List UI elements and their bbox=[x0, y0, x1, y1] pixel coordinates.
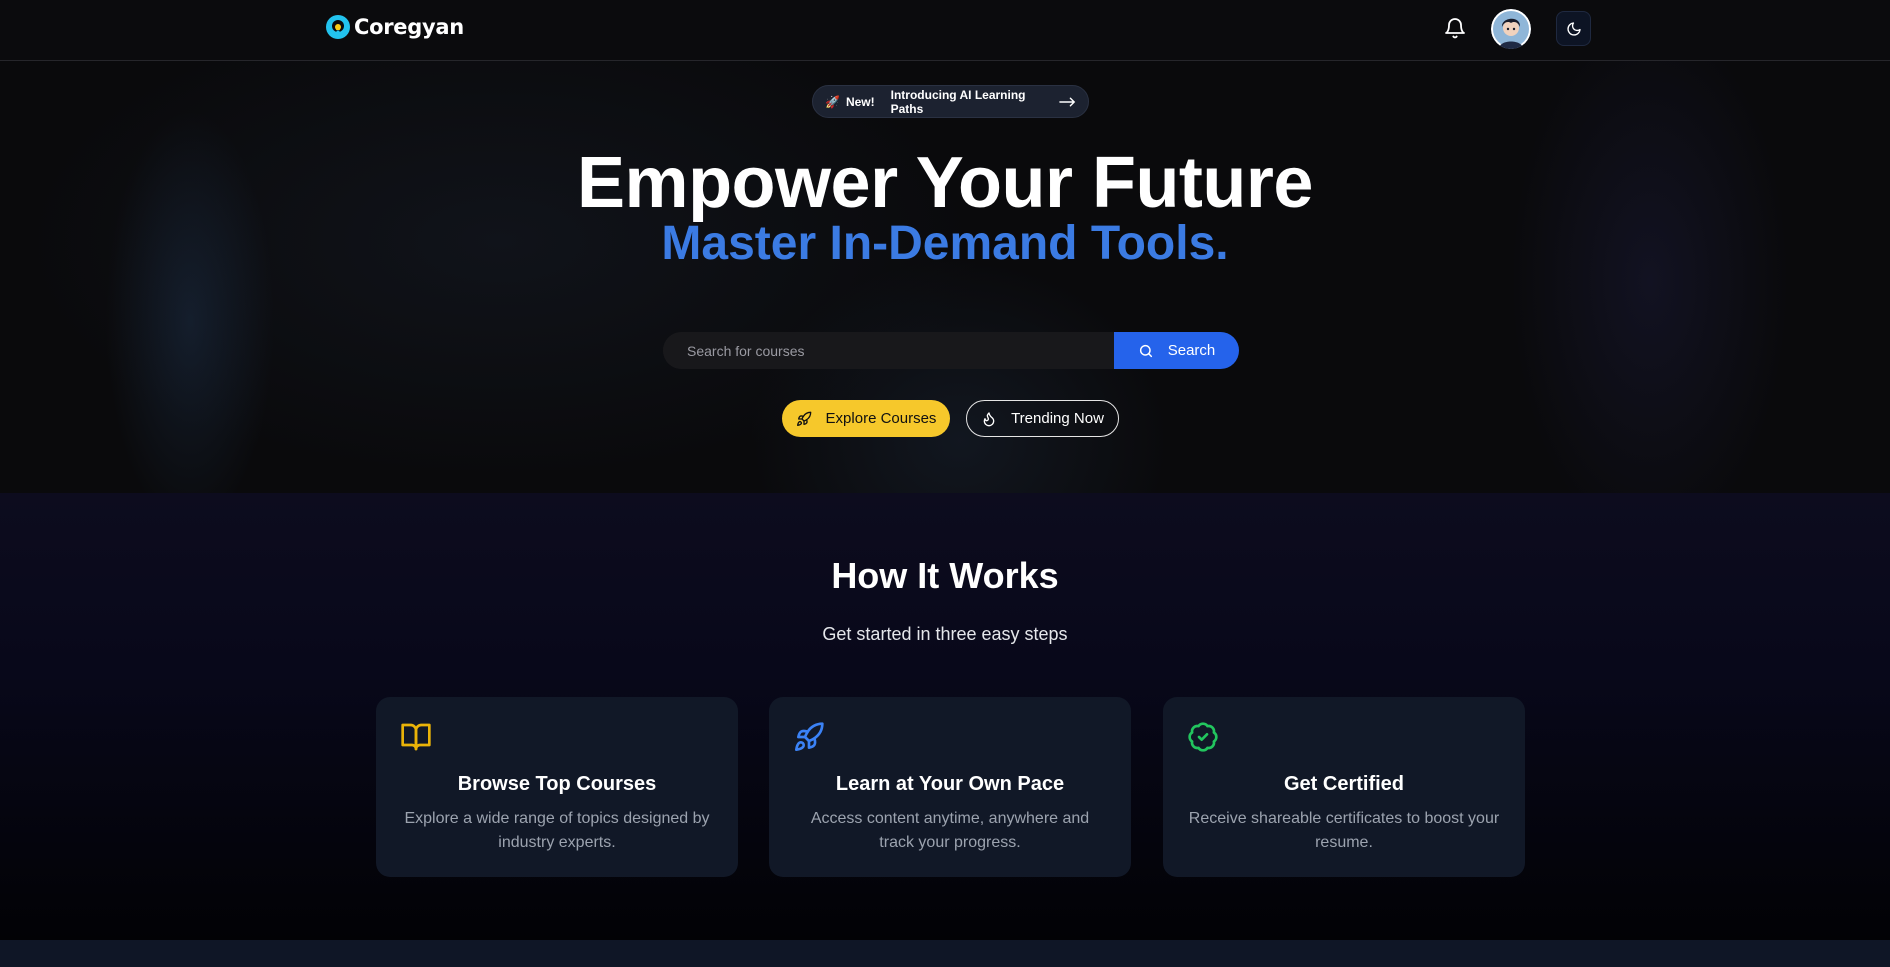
trending-now-button[interactable]: Trending Now bbox=[966, 400, 1119, 437]
search-bar: Search bbox=[663, 332, 1239, 369]
brand-name: Coregyan bbox=[354, 15, 464, 39]
trending-now-label: Trending Now bbox=[1011, 410, 1104, 427]
footer-strip bbox=[0, 940, 1890, 967]
hero-subheadline: Master In-Demand Tools. bbox=[661, 217, 1229, 270]
moon-icon bbox=[1566, 21, 1581, 36]
logo-icon bbox=[326, 15, 350, 39]
search-icon bbox=[1139, 344, 1152, 357]
section-subtitle: Get started in three easy steps bbox=[822, 624, 1068, 644]
avatar-image bbox=[1491, 9, 1531, 49]
badge-check-icon bbox=[1188, 722, 1218, 752]
arrow-right-icon bbox=[1059, 96, 1076, 107]
bell-icon[interactable] bbox=[1443, 15, 1467, 41]
book-icon bbox=[401, 723, 431, 751]
avatar[interactable] bbox=[1491, 9, 1531, 49]
search-button[interactable]: Search bbox=[1114, 332, 1239, 369]
rocket-emoji-icon: 🚀 bbox=[825, 94, 840, 109]
explore-courses-label: Explore Courses bbox=[825, 410, 937, 427]
hero-headline: Empower Your Future bbox=[577, 143, 1313, 223]
card-title: Learn at Your Own Pace bbox=[835, 773, 1065, 795]
top-nav: Coregyan bbox=[0, 0, 1890, 61]
pill-text: Introducing AI Learning Paths bbox=[890, 87, 1026, 116]
rocket-icon bbox=[795, 722, 824, 751]
explore-courses-button[interactable]: Explore Courses bbox=[782, 400, 950, 437]
section-title: How It Works bbox=[831, 555, 1059, 596]
brand-logo[interactable]: Coregyan bbox=[326, 15, 464, 39]
search-input[interactable] bbox=[663, 332, 1114, 369]
card-title: Get Certified bbox=[1283, 773, 1405, 795]
theme-toggle-button[interactable] bbox=[1556, 11, 1591, 46]
card-description: Receive shareable certificates to boost … bbox=[1188, 810, 1500, 851]
step-card-browse: Browse Top Courses Explore a wide range … bbox=[376, 697, 738, 877]
pill-new-label: New! bbox=[845, 94, 875, 109]
search-button-label: Search bbox=[1167, 342, 1216, 359]
hero-section: 🚀 New! Introducing AI Learning Paths Emp… bbox=[0, 61, 1890, 493]
rocket-icon bbox=[796, 411, 811, 426]
step-card-learn: Learn at Your Own Pace Access content an… bbox=[769, 697, 1131, 877]
step-card-certified: Get Certified Receive shareable certific… bbox=[1163, 697, 1525, 877]
card-title: Browse Top Courses bbox=[457, 773, 657, 795]
card-description: Access content anytime, anywhere and tra… bbox=[810, 810, 1090, 851]
card-description: Explore a wide range of topics designed … bbox=[404, 810, 710, 851]
flame-icon bbox=[983, 411, 995, 426]
announcement-pill[interactable]: 🚀 New! Introducing AI Learning Paths bbox=[812, 85, 1089, 118]
how-it-works-section: How It Works Get started in three easy s… bbox=[0, 493, 1890, 940]
